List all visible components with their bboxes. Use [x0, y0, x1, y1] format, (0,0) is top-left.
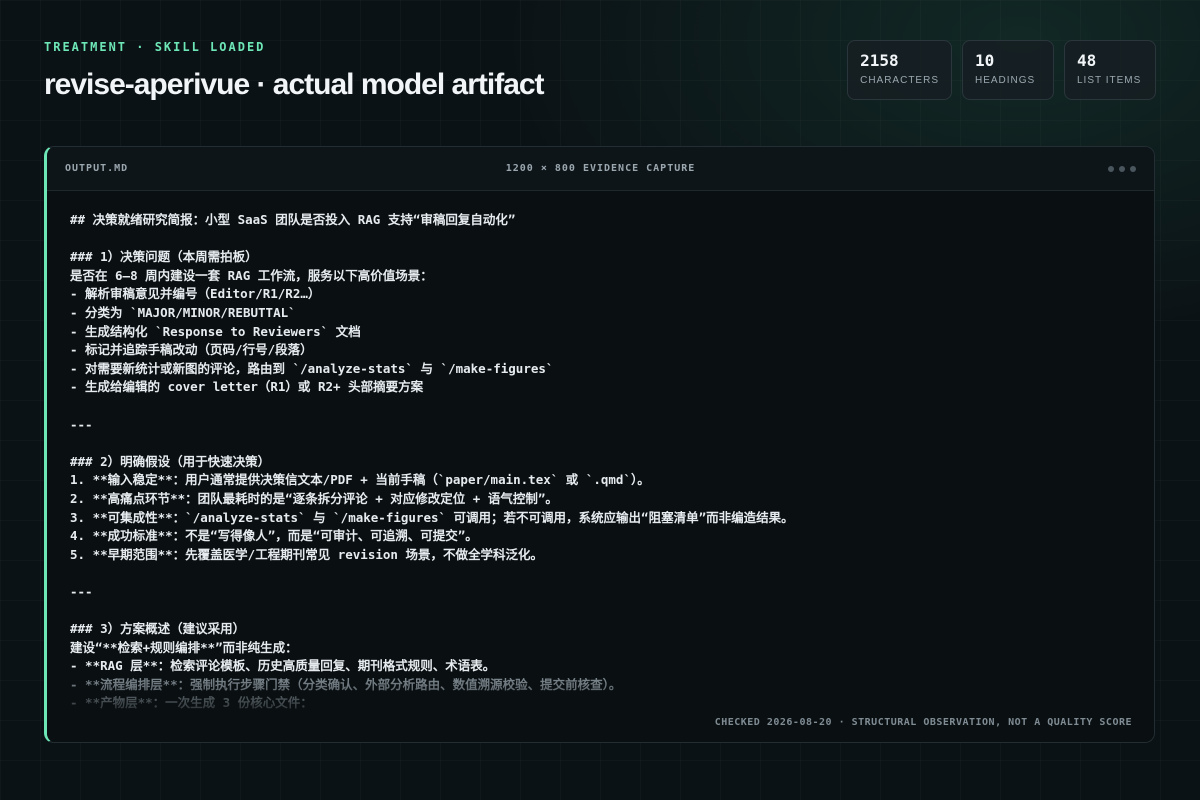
markdown-line: - **流程编排层**：强制执行步骤门禁（分类确认、外部分析路由、数值溯源校验、… [70, 676, 622, 692]
markdown-line [70, 601, 1154, 620]
stats-group: 2158 CHARACTERS 10 HEADINGS 48 LIST ITEM… [847, 40, 1156, 100]
stat-label: HEADINGS [975, 75, 1036, 86]
markdown-line: - 对需要新统计或新图的评论，路由到 `/analyze-stats` 与 `/… [70, 360, 554, 376]
markdown-line [70, 230, 1154, 249]
markdown-line: - **RAG 层**：检索评论模板、历史高质量回复、期刊格式规则、术语表。 [70, 658, 496, 674]
markdown-line: 是否在 6–8 周内建设一套 RAG 工作流，服务以下高价值场景： [70, 267, 433, 283]
markdown-line: 4. **成功标准**：不是“写得像人”，而是“可审计、可追溯、可提交”。 [70, 528, 478, 544]
markdown-line: - 解析审稿意见并编号（Editor/R1/R2…） [70, 286, 321, 302]
markdown-line: 建设“**检索+规则编排**”而非纯生成： [70, 639, 298, 655]
eyebrow-label: TREATMENT · SKILL LOADED [44, 40, 266, 54]
markdown-line: - 生成给编辑的 cover letter（R1）或 R2+ 头部摘要方案 [70, 379, 424, 395]
markdown-line: ## 决策就绪研究简报：小型 SaaS 团队是否投入 RAG 支持“审稿回复自动… [70, 212, 516, 227]
markdown-line: 3. **可集成性**：`/analyze-stats` 与 `/make-fi… [70, 509, 794, 525]
stat-card-characters: 2158 CHARACTERS [847, 40, 952, 100]
markdown-line: ### 3）方案概述（建议采用） [70, 621, 246, 637]
markdown-line [70, 397, 1154, 416]
markdown-line [70, 434, 1154, 453]
dot-icon [1119, 166, 1125, 172]
markdown-line: - 分类为 `MAJOR/MINOR/REBUTTAL` [70, 304, 296, 320]
window-menu-dots-icon[interactable] [1108, 166, 1136, 172]
panel-footnote: CHECKED 2026-08-20 · STRUCTURAL OBSERVAT… [714, 717, 1132, 728]
markdown-line: --- [70, 583, 93, 599]
markdown-line: ### 1）决策问题（本周需拍板） [70, 249, 258, 265]
panel-body[interactable]: ## 决策就绪研究简报：小型 SaaS 团队是否投入 RAG 支持“审稿回复自动… [47, 191, 1154, 742]
markdown-line: 5. **早期范围**：先覆盖医学/工程期刊常见 revision 场景，不做全… [70, 546, 543, 562]
markdown-line: --- [70, 416, 93, 432]
stat-card-headings: 10 HEADINGS [962, 40, 1054, 100]
dot-icon [1130, 166, 1136, 172]
markdown-line: 1. **输入稳定**：用户通常提供决策信文本/PDF + 当前手稿（`pape… [70, 472, 650, 488]
stat-value: 48 [1077, 51, 1097, 70]
markdown-content: ## 决策就绪研究简报：小型 SaaS 团队是否投入 RAG 支持“审稿回复自动… [47, 191, 1154, 713]
panel-capture-label: 1200 × 800 EVIDENCE CAPTURE [505, 163, 696, 174]
stat-label: LIST ITEMS [1077, 75, 1142, 86]
stat-value: 10 [975, 51, 995, 70]
page-title: revise-aperivue · actual model artifact [44, 68, 545, 101]
markdown-line: 2. **高痛点环节**：团队最耗时的是“逐条拆分评论 + 对应修改定位 + 语… [70, 490, 558, 506]
output-panel: OUTPUT.MD 1200 × 800 EVIDENCE CAPTURE ##… [44, 146, 1155, 743]
panel-header: OUTPUT.MD 1200 × 800 EVIDENCE CAPTURE [47, 147, 1154, 191]
markdown-line: - **产物层**：一次生成 3 份核心文件： [70, 695, 313, 711]
stat-label: CHARACTERS [860, 75, 939, 86]
stat-value: 2158 [860, 51, 899, 70]
markdown-line: - 生成结构化 `Response to Reviewers` 文档 [70, 323, 361, 339]
markdown-line [70, 564, 1154, 583]
markdown-line: - 标记并追踪手稿改动（页码/行号/段落） [70, 342, 313, 358]
markdown-line: ### 2）明确假设（用于快速决策） [70, 453, 271, 469]
stat-card-list-items: 48 LIST ITEMS [1064, 40, 1156, 100]
dot-icon [1108, 166, 1114, 172]
